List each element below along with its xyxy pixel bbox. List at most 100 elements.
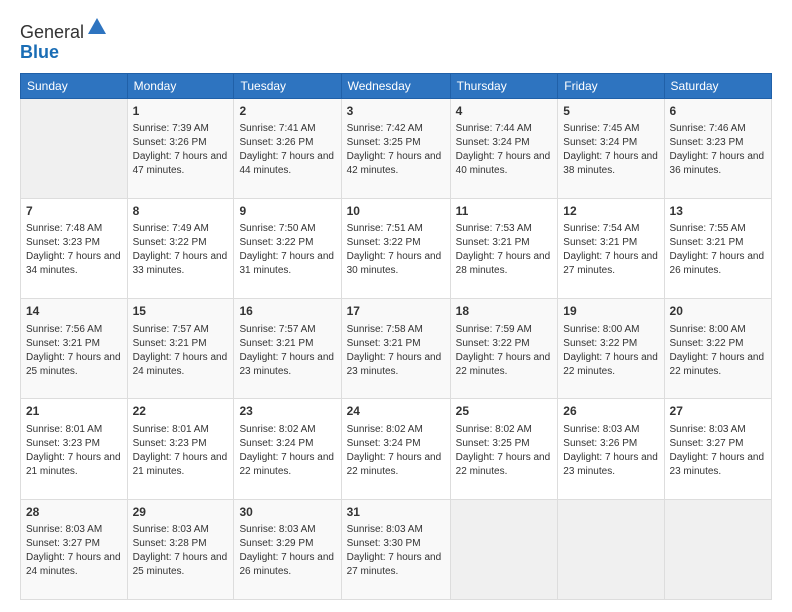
calendar-cell: 24 Sunrise: 8:02 AMSunset: 3:24 PMDayligh… (341, 399, 450, 499)
day-info: Sunrise: 8:03 AMSunset: 3:28 PMDaylight:… (133, 523, 229, 579)
day-info: Sunrise: 8:01 AMSunset: 3:23 PMDaylight:… (133, 423, 229, 479)
day-info: Sunrise: 7:46 AMSunset: 3:23 PMDaylight:… (670, 122, 766, 178)
day-number: 13 (670, 203, 766, 220)
day-info: Sunrise: 8:01 AMSunset: 3:23 PMDaylight:… (26, 423, 122, 479)
day-number: 29 (133, 504, 229, 521)
day-number: 16 (239, 303, 335, 320)
day-number: 28 (26, 504, 122, 521)
day-info: Sunrise: 8:03 AMSunset: 3:26 PMDaylight:… (563, 423, 658, 479)
calendar-cell: 23 Sunrise: 8:02 AMSunset: 3:24 PMDayligh… (234, 399, 341, 499)
day-info: Sunrise: 7:44 AMSunset: 3:24 PMDaylight:… (456, 122, 553, 178)
day-number: 22 (133, 403, 229, 420)
day-number: 1 (133, 103, 229, 120)
day-info: Sunrise: 7:53 AMSunset: 3:21 PMDaylight:… (456, 222, 553, 278)
calendar-cell: 2 Sunrise: 7:41 AMSunset: 3:26 PMDaylight… (234, 98, 341, 198)
day-number: 30 (239, 504, 335, 521)
day-info: Sunrise: 7:50 AMSunset: 3:22 PMDaylight:… (239, 222, 335, 278)
day-number: 2 (239, 103, 335, 120)
day-info: Sunrise: 7:49 AMSunset: 3:22 PMDaylight:… (133, 222, 229, 278)
calendar-cell: 26 Sunrise: 8:03 AMSunset: 3:26 PMDayligh… (558, 399, 664, 499)
day-number: 21 (26, 403, 122, 420)
calendar-week-2: 14 Sunrise: 7:56 AMSunset: 3:21 PMDayligh… (21, 299, 772, 399)
day-number: 5 (563, 103, 658, 120)
day-number: 15 (133, 303, 229, 320)
calendar-cell: 16 Sunrise: 7:57 AMSunset: 3:21 PMDayligh… (234, 299, 341, 399)
day-info: Sunrise: 7:59 AMSunset: 3:22 PMDaylight:… (456, 323, 553, 379)
day-number: 3 (347, 103, 445, 120)
calendar-cell: 31 Sunrise: 8:03 AMSunset: 3:30 PMDayligh… (341, 499, 450, 599)
weekday-saturday: Saturday (664, 73, 771, 98)
weekday-header-row: SundayMondayTuesdayWednesdayThursdayFrid… (21, 73, 772, 98)
calendar-cell: 7 Sunrise: 7:48 AMSunset: 3:23 PMDaylight… (21, 198, 128, 298)
weekday-thursday: Thursday (450, 73, 558, 98)
day-info: Sunrise: 7:39 AMSunset: 3:26 PMDaylight:… (133, 122, 229, 178)
day-number: 6 (670, 103, 766, 120)
page: General Blue SundayMondayTuesdayWednesda… (0, 0, 792, 612)
day-info: Sunrise: 8:02 AMSunset: 3:25 PMDaylight:… (456, 423, 553, 479)
calendar-cell: 29 Sunrise: 8:03 AMSunset: 3:28 PMDayligh… (127, 499, 234, 599)
calendar-cell: 19 Sunrise: 8:00 AMSunset: 3:22 PMDayligh… (558, 299, 664, 399)
day-info: Sunrise: 7:54 AMSunset: 3:21 PMDaylight:… (563, 222, 658, 278)
day-number: 7 (26, 203, 122, 220)
day-info: Sunrise: 7:48 AMSunset: 3:23 PMDaylight:… (26, 222, 122, 278)
weekday-sunday: Sunday (21, 73, 128, 98)
calendar-week-0: 1 Sunrise: 7:39 AMSunset: 3:26 PMDaylight… (21, 98, 772, 198)
calendar-cell: 5Sunrise: 7:45 AMSunset: 3:24 PMDaylight… (558, 98, 664, 198)
calendar-cell (21, 98, 128, 198)
day-number: 14 (26, 303, 122, 320)
day-number: 9 (239, 203, 335, 220)
day-number: 18 (456, 303, 553, 320)
calendar-cell: 8Sunrise: 7:49 AMSunset: 3:22 PMDaylight… (127, 198, 234, 298)
day-info: Sunrise: 8:02 AMSunset: 3:24 PMDaylight:… (347, 423, 445, 479)
day-info: Sunrise: 7:56 AMSunset: 3:21 PMDaylight:… (26, 323, 122, 379)
calendar-cell: 9 Sunrise: 7:50 AMSunset: 3:22 PMDaylight… (234, 198, 341, 298)
calendar-cell: 6 Sunrise: 7:46 AMSunset: 3:23 PMDaylight… (664, 98, 771, 198)
calendar-week-3: 21 Sunrise: 8:01 AMSunset: 3:23 PMDayligh… (21, 399, 772, 499)
weekday-monday: Monday (127, 73, 234, 98)
day-number: 23 (239, 403, 335, 420)
logo-text-block: General Blue (20, 16, 108, 63)
day-info: Sunrise: 8:03 AMSunset: 3:30 PMDaylight:… (347, 523, 445, 579)
day-info: Sunrise: 8:03 AMSunset: 3:27 PMDaylight:… (670, 423, 766, 479)
calendar-table: SundayMondayTuesdayWednesdayThursdayFrid… (20, 73, 772, 600)
day-number: 31 (347, 504, 445, 521)
day-number: 10 (347, 203, 445, 220)
weekday-tuesday: Tuesday (234, 73, 341, 98)
day-info: Sunrise: 7:42 AMSunset: 3:25 PMDaylight:… (347, 122, 445, 178)
day-number: 12 (563, 203, 658, 220)
day-info: Sunrise: 7:51 AMSunset: 3:22 PMDaylight:… (347, 222, 445, 278)
day-number: 26 (563, 403, 658, 420)
calendar-cell: 15 Sunrise: 7:57 AMSunset: 3:21 PMDayligh… (127, 299, 234, 399)
calendar-cell: 1 Sunrise: 7:39 AMSunset: 3:26 PMDaylight… (127, 98, 234, 198)
calendar-week-1: 7 Sunrise: 7:48 AMSunset: 3:23 PMDaylight… (21, 198, 772, 298)
day-info: Sunrise: 7:57 AMSunset: 3:21 PMDaylight:… (133, 323, 229, 379)
logo-blue: Blue (20, 42, 59, 62)
day-info: Sunrise: 8:03 AMSunset: 3:29 PMDaylight:… (239, 523, 335, 579)
weekday-wednesday: Wednesday (341, 73, 450, 98)
calendar-cell: 10 Sunrise: 7:51 AMSunset: 3:22 PMDayligh… (341, 198, 450, 298)
calendar-cell (664, 499, 771, 599)
day-info: Sunrise: 8:02 AMSunset: 3:24 PMDaylight:… (239, 423, 335, 479)
weekday-friday: Friday (558, 73, 664, 98)
day-info: Sunrise: 7:58 AMSunset: 3:21 PMDaylight:… (347, 323, 445, 379)
calendar-body: 1 Sunrise: 7:39 AMSunset: 3:26 PMDaylight… (21, 98, 772, 599)
day-number: 11 (456, 203, 553, 220)
calendar-cell: 17 Sunrise: 7:58 AMSunset: 3:21 PMDayligh… (341, 299, 450, 399)
day-info: Sunrise: 8:00 AMSunset: 3:22 PMDaylight:… (563, 323, 658, 379)
calendar-cell: 11 Sunrise: 7:53 AMSunset: 3:21 PMDayligh… (450, 198, 558, 298)
day-info: Sunrise: 7:55 AMSunset: 3:21 PMDaylight:… (670, 222, 766, 278)
day-number: 24 (347, 403, 445, 420)
day-number: 20 (670, 303, 766, 320)
day-number: 19 (563, 303, 658, 320)
day-info: Sunrise: 8:00 AMSunset: 3:22 PMDaylight:… (670, 323, 766, 379)
day-info: Sunrise: 7:41 AMSunset: 3:26 PMDaylight:… (239, 122, 335, 178)
day-info: Sunrise: 7:57 AMSunset: 3:21 PMDaylight:… (239, 323, 335, 379)
day-number: 4 (456, 103, 553, 120)
day-number: 17 (347, 303, 445, 320)
calendar-cell (450, 499, 558, 599)
day-info: Sunrise: 8:03 AMSunset: 3:27 PMDaylight:… (26, 523, 122, 579)
calendar-cell (558, 499, 664, 599)
day-number: 27 (670, 403, 766, 420)
calendar-week-4: 28 Sunrise: 8:03 AMSunset: 3:27 PMDayligh… (21, 499, 772, 599)
calendar-cell: 30 Sunrise: 8:03 AMSunset: 3:29 PMDayligh… (234, 499, 341, 599)
